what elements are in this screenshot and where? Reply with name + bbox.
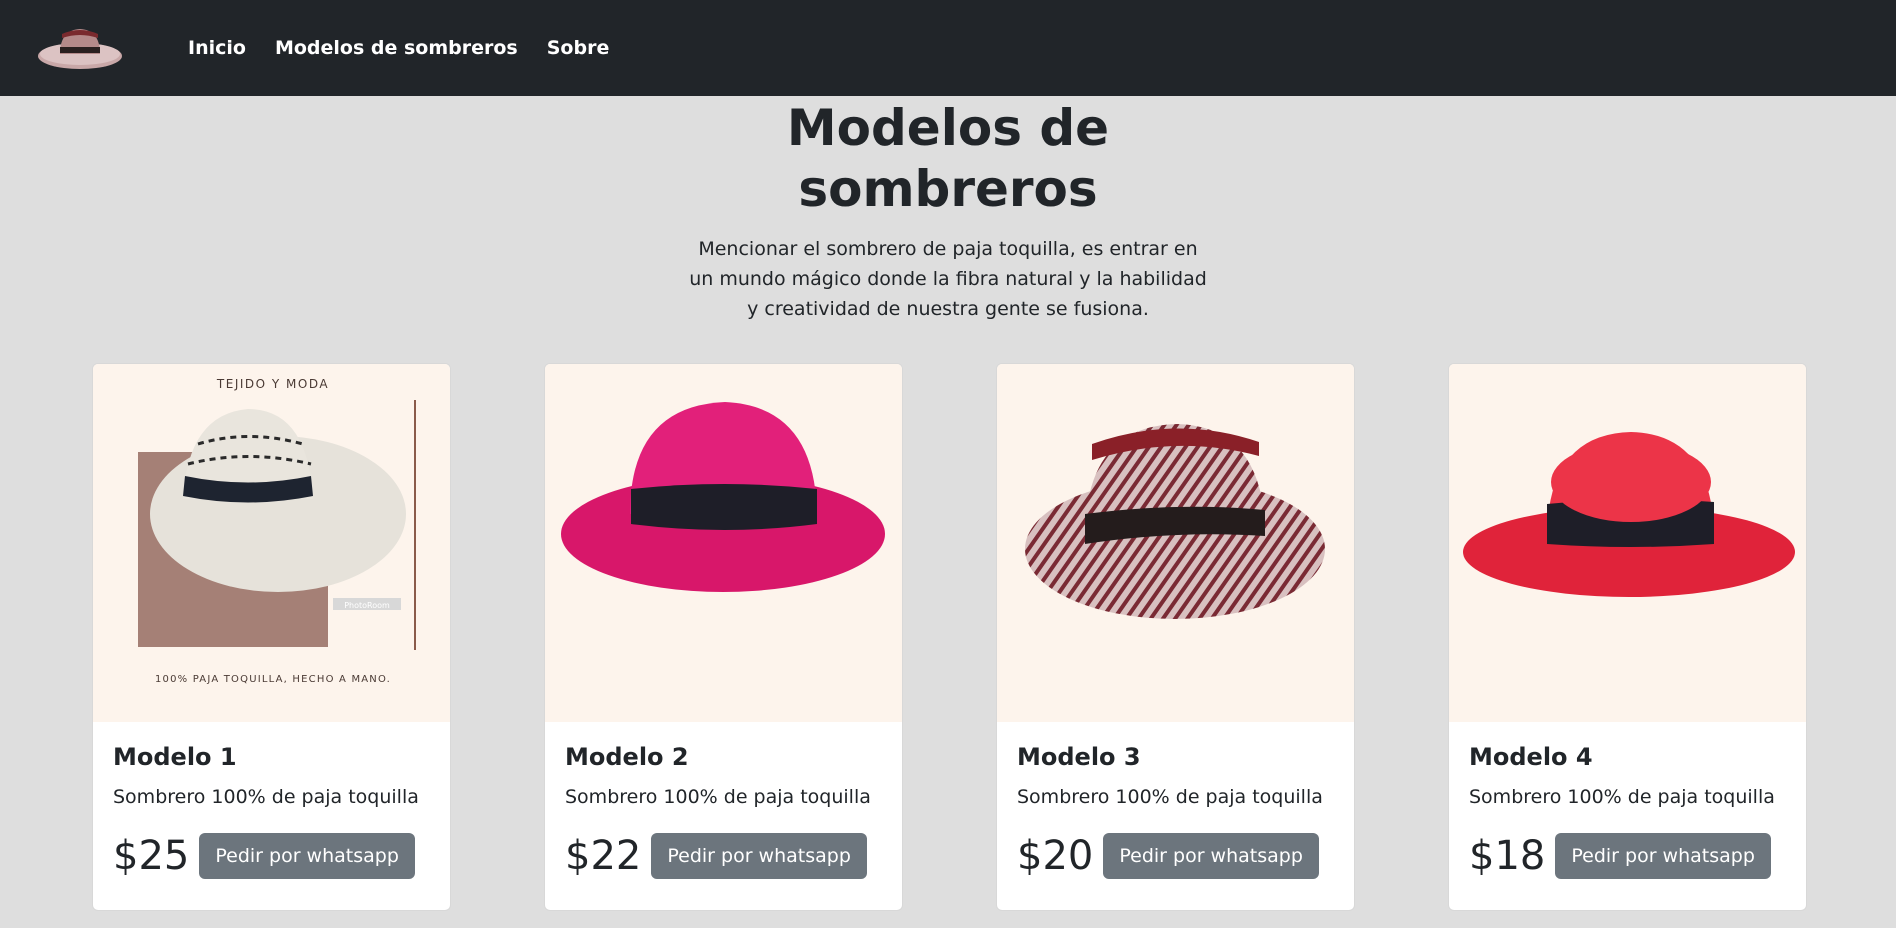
card-title: Modelo 4 (1469, 743, 1593, 771)
price: $22 (565, 833, 642, 879)
card-text: Sombrero 100% de paja toquilla (113, 786, 419, 808)
card-footer: $22 Pedir por whatsapp (565, 832, 882, 880)
card-footer: $25 Pedir por whatsapp (113, 832, 430, 880)
page-title: Modelos de sombreros (786, 99, 1110, 218)
nav-link-modelos[interactable]: Modelos de sombreros (275, 37, 518, 59)
product-image-3 (997, 364, 1354, 722)
image-watermark: PhotoRoom (344, 601, 390, 610)
product-image-4 (1449, 364, 1806, 722)
card-title: Modelo 2 (565, 743, 689, 771)
card-text: Sombrero 100% de paja toquilla (1469, 786, 1775, 808)
card-body: Modelo 2 Sombrero 100% de paja toquilla … (545, 722, 902, 880)
navbar: Inicio Modelos de sombreros Sobre (0, 0, 1896, 96)
product-card-1: TEJIDO Y MODA PhotoRoom 100% PAJA TOQUIL… (92, 363, 451, 911)
product-image-2 (545, 364, 902, 722)
product-image-1: TEJIDO Y MODA PhotoRoom 100% PAJA TOQUIL… (93, 364, 450, 722)
card-body: Modelo 1 Sombrero 100% de paja toquilla … (93, 722, 450, 880)
card-footer: $18 Pedir por whatsapp (1469, 832, 1786, 880)
product-card-2: Modelo 2 Sombrero 100% de paja toquilla … (544, 363, 903, 911)
card-body: Modelo 3 Sombrero 100% de paja toquilla … (997, 722, 1354, 880)
card-text: Sombrero 100% de paja toquilla (1017, 786, 1323, 808)
card-text: Sombrero 100% de paja toquilla (565, 786, 871, 808)
card-title: Modelo 1 (113, 743, 237, 771)
whatsapp-order-button[interactable]: Pedir por whatsapp (651, 833, 867, 879)
whatsapp-order-button[interactable]: Pedir por whatsapp (199, 833, 415, 879)
nav-link-inicio[interactable]: Inicio (188, 37, 246, 59)
product-card-4: Modelo 4 Sombrero 100% de paja toquilla … (1448, 363, 1807, 911)
nav-link-sobre[interactable]: Sobre (547, 37, 610, 59)
card-footer: $20 Pedir por whatsapp (1017, 832, 1334, 880)
whatsapp-order-button[interactable]: Pedir por whatsapp (1555, 833, 1771, 879)
hero-section: Modelos de sombreros Mencionar el sombre… (0, 96, 1896, 324)
whatsapp-order-button[interactable]: Pedir por whatsapp (1103, 833, 1319, 879)
price: $25 (113, 833, 190, 879)
page-lead: Mencionar el sombrero de paja toquilla, … (689, 238, 1207, 320)
card-body: Modelo 4 Sombrero 100% de paja toquilla … (1449, 722, 1806, 880)
price: $20 (1017, 833, 1094, 879)
hat-logo-icon[interactable] (30, 10, 130, 86)
image-top-text: TEJIDO Y MODA (216, 377, 329, 391)
nav-links: Inicio Modelos de sombreros Sobre (188, 37, 638, 59)
image-bottom-text: 100% PAJA TOQUILLA, HECHO A MANO. (155, 674, 391, 685)
price: $18 (1469, 833, 1546, 879)
product-card-3: Modelo 3 Sombrero 100% de paja toquilla … (996, 363, 1355, 911)
card-title: Modelo 3 (1017, 743, 1141, 771)
